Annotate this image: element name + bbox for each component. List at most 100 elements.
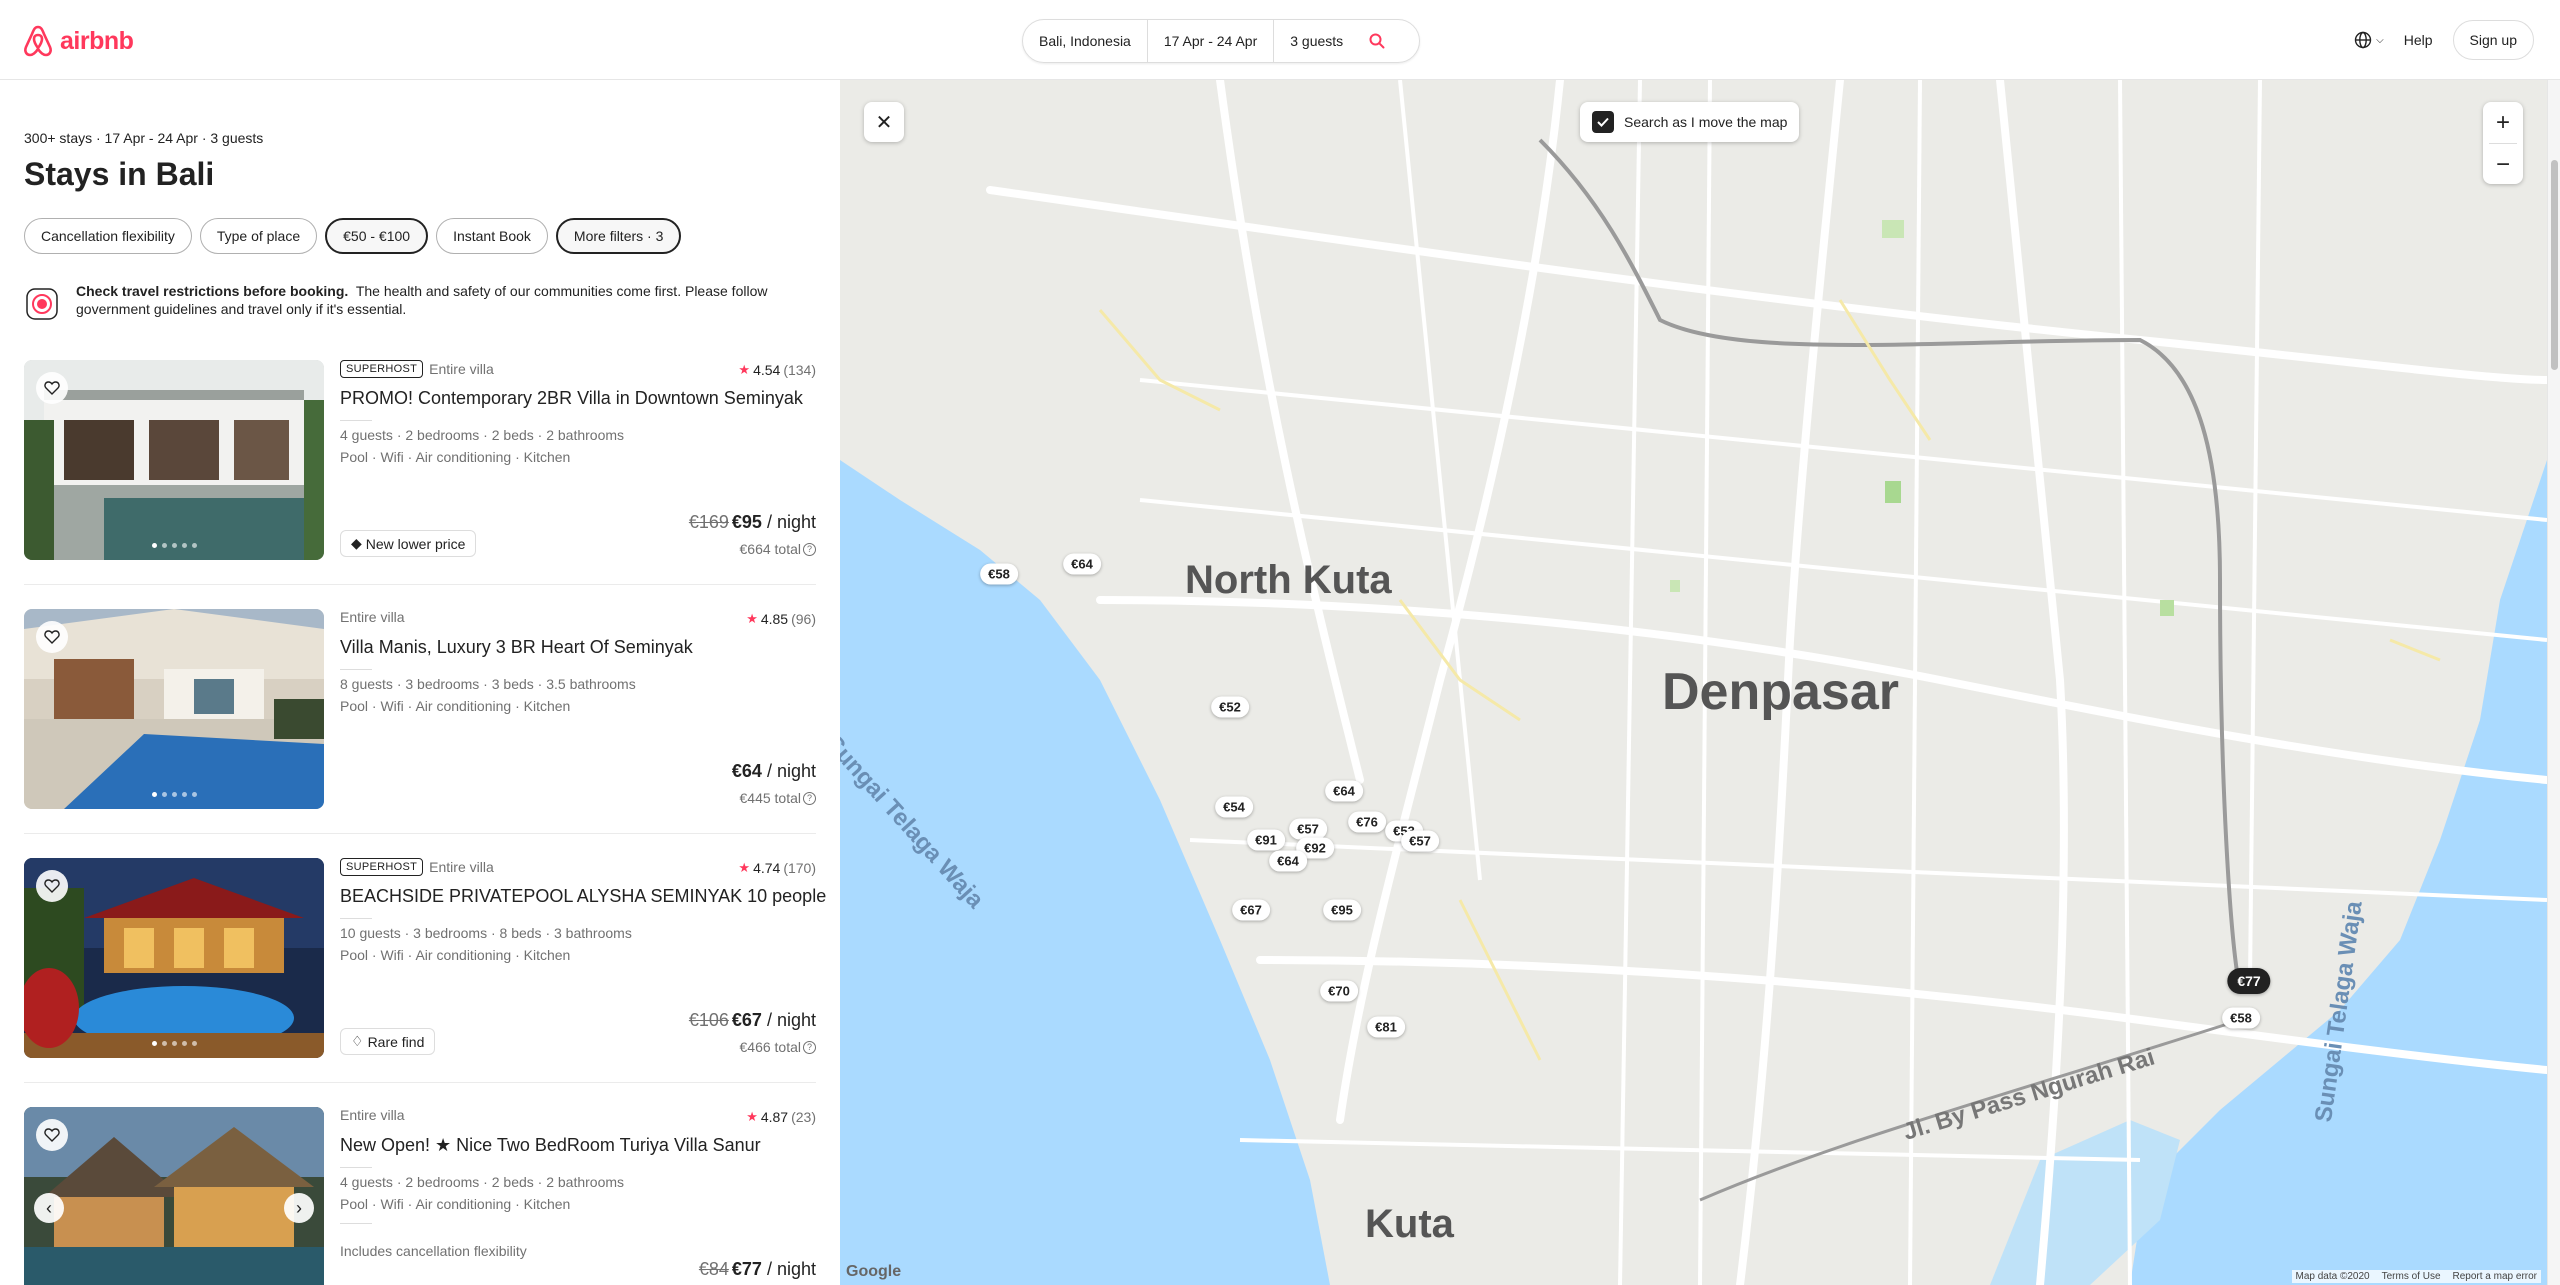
divider — [340, 918, 372, 919]
listing-card[interactable]: SUPERHOST Entire villa ★ 4.74 (170) BEACHS… — [24, 858, 826, 1058]
search-location[interactable]: Bali, Indonesia — [1023, 20, 1148, 62]
rating-value: 4.87 — [760, 1109, 789, 1125]
listing-subtitle: SUPERHOST Entire villa — [340, 858, 494, 876]
map-price-pin[interactable]: €64 — [1063, 553, 1101, 575]
map-price-pin[interactable]: €58 — [2222, 1007, 2260, 1029]
listing-title[interactable]: PROMO! Contemporary 2BR Villa in Downtow… — [340, 388, 803, 409]
villa-photo — [24, 609, 324, 809]
close-map-button[interactable]: ✕ — [864, 102, 904, 142]
map-footer: Map data ©2020 Terms of Use Report a map… — [2291, 1270, 2541, 1283]
map-price-pin[interactable]: €57 — [1289, 818, 1327, 840]
favorite-button[interactable] — [36, 372, 68, 404]
filter-price[interactable]: €50 - €100 — [325, 218, 429, 254]
help-link[interactable]: Help — [2404, 32, 2433, 48]
listing-card[interactable]: Entire villa ★ 4.85 (96) Villa Manis, Luxu… — [24, 609, 816, 809]
page-title: Stays in Bali — [24, 156, 215, 192]
listing-amenities: Pool · Wifi · Air conditioning · Kitchen — [340, 698, 571, 714]
photo-next-button[interactable]: › — [284, 1193, 314, 1223]
map-price-pin[interactable]: €57 — [1401, 830, 1439, 852]
report-error-link[interactable]: Report a map error — [2453, 1271, 2537, 1282]
chevron-down-icon: ⌵ — [2376, 34, 2384, 46]
listing-photo[interactable] — [24, 858, 324, 1058]
map-price-pin[interactable]: €91 — [1247, 829, 1285, 851]
listing-info: Entire villa ★ 4.85 (96) Villa Manis, Luxu… — [340, 609, 816, 809]
search-as-move-toggle[interactable]: Search as I move the map — [1580, 102, 1800, 142]
map-price-pin-selected[interactable]: €77 — [2227, 968, 2271, 994]
listing-title[interactable]: BEACHSIDE PRIVATEPOOL ALYSHA SEMINYAK 10… — [340, 886, 826, 907]
signup-button[interactable]: Sign up — [2452, 20, 2534, 60]
listing-photo[interactable]: ‹ › — [24, 1107, 324, 1285]
header-actions: ⌵ Help Sign up — [2354, 19, 2534, 61]
zoom-controls: + − — [2483, 102, 2523, 184]
map-price-pin[interactable]: €95 — [1323, 899, 1361, 921]
search-button[interactable] — [1359, 23, 1395, 59]
filter-more[interactable]: More filters · 3 — [555, 218, 682, 254]
listing-price: €84 €77 / night — [699, 1259, 816, 1280]
map-price-pin[interactable]: €64 — [1325, 780, 1363, 802]
listing-total[interactable]: €445 total? — [740, 790, 816, 806]
listing-photo[interactable] — [24, 609, 324, 809]
map-price-pin[interactable]: €58 — [980, 563, 1018, 585]
airbnb-logo[interactable]: airbnb — [22, 24, 134, 58]
map-price-pin[interactable]: €76 — [1348, 811, 1386, 833]
minus-icon: − — [2495, 150, 2510, 178]
heart-icon — [44, 1128, 60, 1142]
page-scrollbar[interactable] — [2547, 80, 2560, 1285]
search-icon — [1369, 33, 1385, 49]
listing-price: €64 / night — [732, 761, 816, 782]
star-icon: ★ — [738, 362, 751, 377]
badge-label: New lower price — [365, 535, 466, 552]
listing-capacity: 4 guests · 2 bedrooms · 2 beds · 2 bathr… — [340, 1174, 625, 1190]
review-count: (23) — [791, 1109, 816, 1125]
listing-type: Entire villa — [429, 859, 494, 875]
map-price-pin[interactable]: €67 — [1232, 899, 1270, 921]
search-guests[interactable]: 3 guests — [1274, 20, 1359, 62]
old-price: €169 — [688, 512, 729, 532]
listing-title[interactable]: Villa Manis, Luxury 3 BR Heart Of Seminy… — [340, 637, 693, 658]
map-price-pin[interactable]: €81 — [1367, 1016, 1405, 1038]
review-count: (134) — [783, 362, 816, 378]
notice-text: Check travel restrictions before booking… — [76, 282, 794, 322]
map-price-pin[interactable]: €64 — [1269, 850, 1307, 872]
listing-details: 4 guests · 2 bedrooms · 2 beds · 2 bathr… — [340, 424, 624, 468]
listing-type: Entire villa — [340, 609, 405, 625]
scrollbar-thumb[interactable] — [2551, 160, 2558, 370]
listing-title[interactable]: New Open! ★ Nice Two BedRoom Turiya Vill… — [340, 1135, 761, 1156]
terms-link[interactable]: Terms of Use — [2382, 1271, 2441, 1282]
filter-cancellation[interactable]: Cancellation flexibility — [24, 218, 192, 254]
filter-instant-book[interactable]: Instant Book — [436, 218, 548, 254]
search-bar[interactable]: Bali, Indonesia 17 Apr - 24 Apr 3 guests — [1022, 19, 1420, 63]
map-price-pin[interactable]: €52 — [1211, 696, 1249, 718]
filter-type-of-place[interactable]: Type of place — [199, 218, 318, 254]
listing-subtitle: SUPERHOST Entire villa — [340, 360, 494, 378]
listing-total[interactable]: €466 total? — [739, 1039, 816, 1055]
favorite-button[interactable] — [36, 1119, 68, 1151]
photo-dots — [24, 1041, 324, 1046]
listing-price: €169 €95 / night — [689, 512, 816, 533]
search-dates[interactable]: 17 Apr - 24 Apr — [1148, 20, 1275, 62]
map-price-pin[interactable]: €54 — [1215, 796, 1253, 818]
photo-prev-button[interactable]: ‹ — [34, 1193, 64, 1223]
map-panel[interactable]: North Kuta Denpasar Kuta Sungai Telaga W… — [840, 80, 2547, 1285]
listing-rating: ★ 4.87 (23) — [746, 1109, 816, 1125]
listing-card[interactable]: SUPERHOST Entire villa ★ 4.54 (134) PROMO!… — [24, 360, 816, 560]
review-count: (96) — [791, 611, 816, 627]
map-price-pin[interactable]: €70 — [1320, 980, 1358, 1002]
listing-card[interactable]: ‹ › Entire villa ★ 4.87 (23) New Open! ★ N… — [24, 1107, 816, 1285]
listing-amenities: Pool · Wifi · Air conditioning · Kitchen — [340, 947, 571, 963]
listing-divider — [24, 1082, 816, 1083]
zoom-in-button[interactable]: + — [2483, 102, 2523, 143]
zoom-out-button[interactable]: − — [2483, 144, 2523, 185]
listing-photo[interactable] — [24, 360, 324, 560]
language-button[interactable]: ⌵ — [2354, 31, 2384, 49]
listing-type: Entire villa — [429, 361, 494, 377]
listing-total[interactable]: €664 total? — [740, 541, 816, 557]
map-label-north-kuta: North Kuta — [1185, 558, 1392, 602]
listing-subtitle: Entire villa — [340, 1107, 405, 1123]
total-price: €466 total — [739, 1039, 802, 1055]
favorite-button[interactable] — [36, 621, 68, 653]
check-icon[interactable] — [1592, 111, 1614, 133]
info-icon: ? — [803, 542, 816, 556]
close-icon: ✕ — [875, 111, 893, 134]
favorite-button[interactable] — [36, 870, 68, 902]
